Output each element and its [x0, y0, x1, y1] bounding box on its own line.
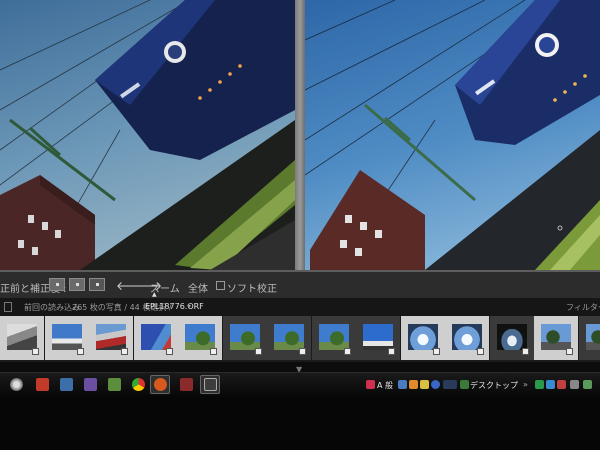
thumbnail-image: [452, 324, 482, 350]
tray-orange-icon[interactable]: [409, 380, 418, 389]
edited-badge-icon: [299, 348, 306, 355]
desktop-toolbar-label[interactable]: デスクトップ: [470, 380, 518, 391]
swap-button[interactable]: [89, 278, 105, 291]
before-preview-pane[interactable]: [0, 0, 295, 270]
edited-badge-icon: [566, 348, 573, 355]
filmstrip-thumbnail[interactable]: [0, 316, 44, 360]
chrome-icon[interactable]: [132, 378, 145, 391]
thumbnail-image: [541, 324, 571, 350]
soft-proof-checkbox[interactable]: [216, 281, 225, 290]
tray-network-icon[interactable]: [546, 380, 555, 389]
thumbnail-image: [96, 324, 126, 350]
app-purple-icon[interactable]: [84, 378, 97, 391]
filmstrip-info-bar: 前回の読み込み 265 枚の写真 / 44 枚選択 / EPL18776.ORF…: [0, 298, 600, 316]
edited-badge-icon: [432, 348, 440, 355]
filmstrip-thumbnail[interactable]: [489, 316, 534, 360]
edited-badge-icon: [477, 348, 484, 355]
current-filename: EPL18776.ORF: [145, 302, 204, 311]
tray-shield-icon[interactable]: [460, 380, 469, 389]
edited-badge-icon: [165, 348, 173, 355]
app-red-icon[interactable]: [36, 378, 49, 391]
tray-folder-icon[interactable]: [420, 380, 429, 389]
thumbnail-image: [496, 324, 527, 350]
tray-red-icon[interactable]: [366, 380, 375, 389]
filter-label[interactable]: フィルター: [566, 302, 600, 313]
soft-proof-label: ソフト校正: [227, 284, 277, 295]
monitor-bezel: [0, 396, 600, 450]
before-after-split-button[interactable]: [69, 278, 85, 291]
app-green-icon[interactable]: [108, 378, 121, 391]
app-darkred-icon[interactable]: [180, 378, 193, 391]
after-photo: [305, 0, 600, 270]
thumbnail-image: [51, 324, 82, 350]
start-orb-icon[interactable]: [10, 378, 23, 391]
thumbnail-image: [229, 324, 260, 350]
before-photo: [0, 0, 295, 270]
lightroom-icon[interactable]: [204, 378, 217, 391]
filmstrip-thumbnail[interactable]: [356, 316, 400, 360]
filmstrip-thumbnail[interactable]: [178, 316, 222, 360]
preview-toolbar: 正前と補正後 : 🡐 🡒 ズーム ▲ 全体 ソフト校正: [0, 270, 600, 298]
filmstrip-thumbnail[interactable]: [44, 316, 89, 360]
thumbnail-image: [407, 324, 438, 350]
filmstrip-thumbnail[interactable]: [89, 316, 133, 360]
edited-badge-icon: [521, 348, 529, 355]
before-after-mode-button[interactable]: [49, 278, 65, 291]
zoom-fit-label[interactable]: 全体: [188, 280, 208, 295]
after-preview-pane[interactable]: [305, 0, 600, 270]
filmstrip-thumbnail[interactable]: [534, 316, 578, 360]
filmstrip-thumbnail[interactable]: [222, 316, 267, 360]
tray-keyboard-icon[interactable]: [443, 380, 457, 389]
thumbnail-image: [7, 324, 37, 350]
thumbnail-image: [585, 324, 600, 350]
filmstrip-thumbnail[interactable]: [133, 316, 178, 360]
pane-divider[interactable]: [295, 0, 305, 270]
zoom-slider-thumb[interactable]: ▲: [152, 291, 157, 298]
filmstrip-thumbnail[interactable]: [311, 316, 356, 360]
edited-badge-icon: [121, 348, 128, 355]
taskbar: A 般 デスクトップ »: [0, 372, 600, 397]
thumbnail-image: [363, 324, 393, 350]
ime-indicator[interactable]: A 般: [377, 380, 393, 391]
filmstrip-thumbnail[interactable]: [445, 316, 489, 360]
filename-dropdown-icon[interactable]: ▾: [187, 302, 191, 311]
thumbnail-image: [274, 324, 304, 350]
edited-badge-icon: [210, 348, 217, 355]
tray-blue-icon[interactable]: [398, 380, 407, 389]
thumbnail-image: [185, 324, 215, 350]
grid-view-icon[interactable]: [4, 302, 12, 312]
edited-badge-icon: [343, 348, 351, 355]
tray-help-icon[interactable]: [431, 380, 440, 389]
media-player-icon[interactable]: [154, 378, 167, 391]
edited-badge-icon: [32, 348, 39, 355]
thumbnail-image: [140, 324, 171, 350]
tray-green-icon[interactable]: [535, 380, 544, 389]
edited-badge-icon: [254, 348, 262, 355]
edited-badge-icon: [76, 348, 84, 355]
desktop-expand-icon[interactable]: »: [523, 380, 528, 389]
thumbnail-image: [318, 324, 349, 350]
filmstrip-thumbnail[interactable]: [400, 316, 445, 360]
tray-power-icon[interactable]: [583, 380, 592, 389]
filmstrip-thumbnail[interactable]: [267, 316, 311, 360]
tray-volume-icon[interactable]: [570, 380, 579, 389]
filmstrip: [0, 316, 600, 362]
edited-badge-icon: [388, 348, 395, 355]
explorer-icon[interactable]: [60, 378, 73, 391]
tray-alert-icon[interactable]: [557, 380, 566, 389]
filmstrip-thumbnail[interactable]: [578, 316, 600, 360]
